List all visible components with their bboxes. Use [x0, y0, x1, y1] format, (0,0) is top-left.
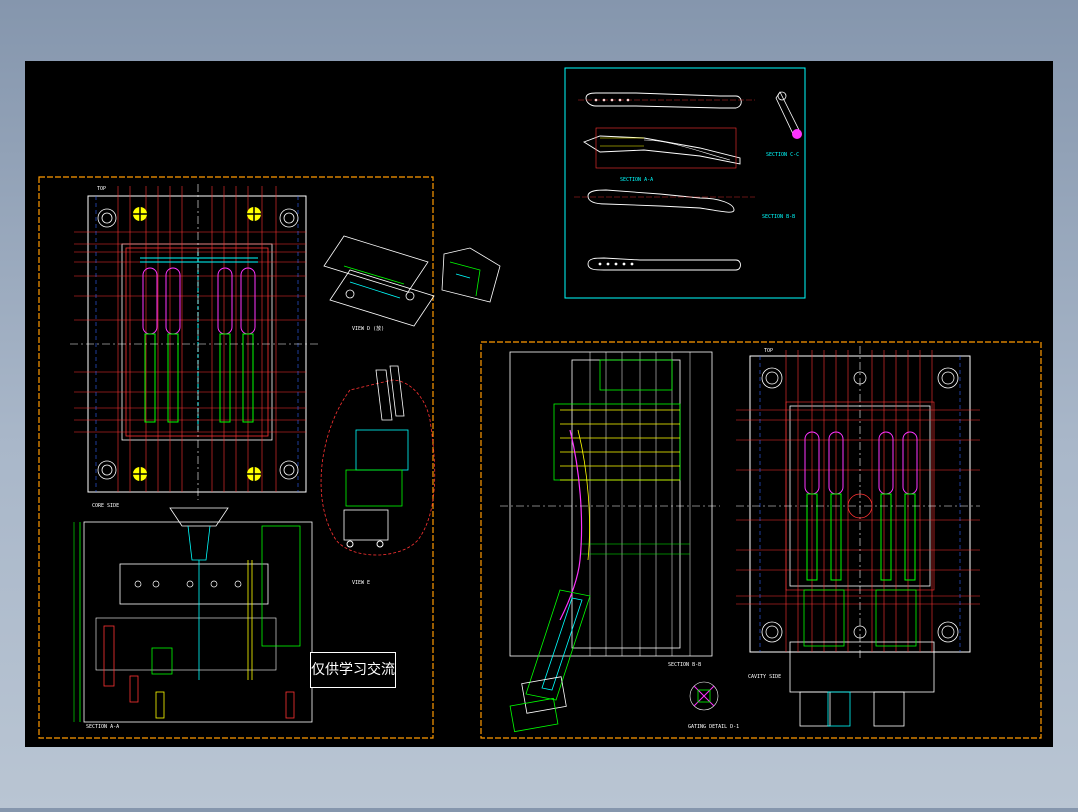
cad-drawing: TOP CORE SIDE SECTION A-A VIEW D (放) VIE… — [25, 61, 1053, 747]
section-b-b-product-label: SECTION B-B — [762, 214, 795, 220]
watermark-text-box: 仅供学习交流 — [310, 652, 396, 688]
cavity-side-label: CAVITY SIDE — [748, 674, 781, 680]
gating-detail-label: GATING DETAIL D-1 — [688, 724, 739, 730]
section-a-a-product-label: SECTION A-A — [620, 177, 653, 183]
section-c-c-label: SECTION C-C — [766, 152, 799, 158]
cad-viewport: TOP CORE SIDE SECTION A-A VIEW D (放) VIE… — [0, 0, 1078, 808]
view-d-label: VIEW D (放) — [352, 325, 384, 332]
section-b-b-right-label: SECTION B-B — [668, 662, 701, 668]
top-label-left: TOP — [97, 186, 106, 192]
model-space-canvas — [25, 61, 1053, 747]
top-label-right: TOP — [764, 348, 773, 354]
core-side-label: CORE SIDE — [92, 503, 119, 509]
view-e-label: VIEW E — [352, 580, 370, 586]
section-a-a-left-label: SECTION A-A — [86, 724, 119, 730]
